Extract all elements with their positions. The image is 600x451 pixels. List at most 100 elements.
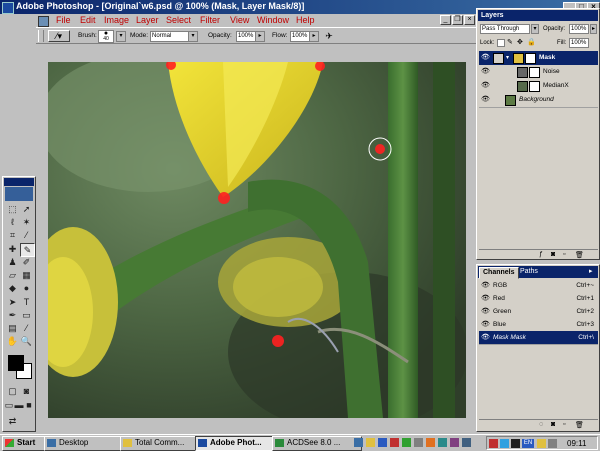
document-minimize-button[interactable]: _ [440,15,451,25]
document-close-button[interactable]: × [464,15,475,25]
brush-tool-icon[interactable]: ✎ [20,243,35,257]
flow-slider-arrow[interactable]: ▸ [309,31,319,42]
menu-help[interactable]: Help [296,15,315,25]
dodge-tool-icon[interactable]: ● [20,282,33,294]
layer-mask-thumbnail[interactable] [529,67,540,78]
show-desktop-icon[interactable] [354,438,363,447]
eye-icon[interactable]: 👁 [481,81,490,90]
gradient-tool-icon[interactable]: ▦ [20,269,33,281]
player-icon[interactable] [402,438,411,447]
hand-tool-icon[interactable]: ✋ [6,335,19,347]
airbrush-icon[interactable]: ✈ [322,30,336,42]
pen-tool-icon[interactable]: ✒ [6,309,19,321]
app-icon[interactable] [438,438,447,447]
app-icon[interactable] [426,438,435,447]
layer-row-background[interactable]: 👁 Background [479,93,598,108]
document-restore-button[interactable]: ❐ [452,15,463,25]
eye-icon[interactable]: 👁 [481,281,490,290]
tool-preset-picker[interactable]: ⁄▾ [48,30,70,42]
antivirus-icon[interactable] [489,439,498,448]
foreground-color-swatch[interactable] [8,355,24,371]
layer-opacity-input[interactable]: 100% [569,24,589,34]
slice-tool-icon[interactable]: ⁄ [20,229,33,241]
menu-file[interactable]: File [56,15,71,25]
tray-app-icon[interactable] [548,439,557,448]
screen-mode-full-icon[interactable]: ■ [24,399,34,411]
layer-opacity-arrow[interactable]: ▸ [590,24,597,34]
imageready-icon[interactable]: ⇄ [6,415,19,427]
layer-row-noise[interactable]: 👁 Noise [479,65,598,80]
shape-tool-icon[interactable]: ▭ [20,309,33,321]
save-selection-icon[interactable]: ◙ [551,421,555,428]
channel-row-blue[interactable]: 👁 Blue Ctrl+3 [479,318,598,332]
path-selection-tool-icon[interactable]: ➤ [6,296,19,308]
mode-dropdown-arrow[interactable]: ▾ [188,31,198,42]
language-indicator-icon[interactable]: EN [522,439,534,448]
channel-row-mask[interactable]: 👁 Mask Mask Ctrl+\ [479,331,598,345]
quick-mask-mode-icon[interactable]: ◙ [20,385,33,397]
trash-icon[interactable]: 🗑 [575,251,584,259]
menu-layer[interactable]: Layer [136,15,159,25]
mail-icon[interactable] [390,438,399,447]
eye-icon[interactable]: 👁 [481,294,490,303]
zoom-tool-icon[interactable]: 🔍 [20,335,33,347]
panel-menu-icon[interactable]: ▸ [589,267,593,275]
lock-all-icon[interactable]: 🔒 [527,39,536,47]
document-canvas[interactable] [48,62,466,418]
healing-brush-tool-icon[interactable]: ✚ [6,243,19,255]
type-tool-icon[interactable]: T [20,296,33,308]
lock-transparency-checkbox[interactable] [497,39,505,47]
blend-mode-dropdown-arrow[interactable]: ▾ [531,24,539,34]
marquee-tool-icon[interactable]: ⬚ [6,203,19,215]
new-layer-icon[interactable]: ▫ [563,251,565,258]
taskbar-button-acdsee[interactable]: ACDSee 8.0 ... [272,436,362,451]
calculator-icon[interactable] [414,438,423,447]
eye-icon[interactable]: 👁 [481,333,490,342]
photoshop-app-icon[interactable] [2,2,14,14]
flow-input[interactable]: 100% [290,31,311,42]
new-channel-icon[interactable]: ▫ [563,421,565,428]
channel-row-green[interactable]: 👁 Green Ctrl+2 [479,305,598,319]
blur-tool-icon[interactable]: ◆ [6,282,19,294]
eye-icon[interactable]: 👁 [481,95,490,104]
menu-view[interactable]: View [230,15,249,25]
mode-select[interactable]: Normal [150,31,191,42]
eraser-tool-icon[interactable]: ▱ [6,269,19,281]
layer-row-median[interactable]: 👁 MedianX [479,79,598,94]
load-selection-icon[interactable]: ◌ [539,421,543,428]
blend-mode-select[interactable]: Pass Through [480,24,530,34]
notes-tool-icon[interactable]: ▤ [6,322,19,334]
standard-mode-icon[interactable]: ▢ [6,385,19,397]
network-icon[interactable] [500,439,509,448]
channel-row-rgb[interactable]: 👁 RGB Ctrl+~ [479,279,598,293]
opacity-input[interactable]: 100% [236,31,257,42]
mask-thumbnail[interactable] [525,53,536,64]
channel-row-red[interactable]: 👁 Red Ctrl+1 [479,292,598,306]
brush-picker[interactable]: ● 40 [98,30,114,43]
menu-window[interactable]: Window [257,15,289,25]
lock-pixels-icon[interactable]: ✎ [507,39,515,47]
display-icon[interactable] [511,439,520,448]
menu-edit[interactable]: Edit [80,15,96,25]
tab-paths[interactable]: Paths [517,267,541,277]
explorer-icon[interactable] [366,438,375,447]
menu-select[interactable]: Select [166,15,191,25]
eyedropper-tool-icon[interactable]: ⁄ [20,322,33,334]
app-icon[interactable] [462,438,471,447]
move-tool-icon[interactable]: ➚ [20,203,33,215]
eye-icon[interactable]: 👁 [481,320,490,329]
document-icon[interactable] [38,16,49,27]
menu-filter[interactable]: Filter [200,15,220,25]
lasso-tool-icon[interactable]: ℓ [6,216,19,228]
menu-image[interactable]: Image [104,15,129,25]
canvas-scrollbar[interactable] [48,420,466,432]
brush-dropdown-arrow[interactable]: ▾ [116,31,126,42]
toolbox-title-bar[interactable] [4,178,34,186]
layers-panel-title[interactable]: Layers [478,10,598,21]
add-mask-icon[interactable]: ◙ [551,251,555,258]
clock[interactable]: 09:11 [567,439,586,448]
magic-wand-tool-icon[interactable]: ✶ [20,216,33,228]
eye-icon[interactable]: 👁 [481,307,490,316]
layer-mask-thumbnail[interactable] [529,81,540,92]
app-icon[interactable] [450,438,459,447]
